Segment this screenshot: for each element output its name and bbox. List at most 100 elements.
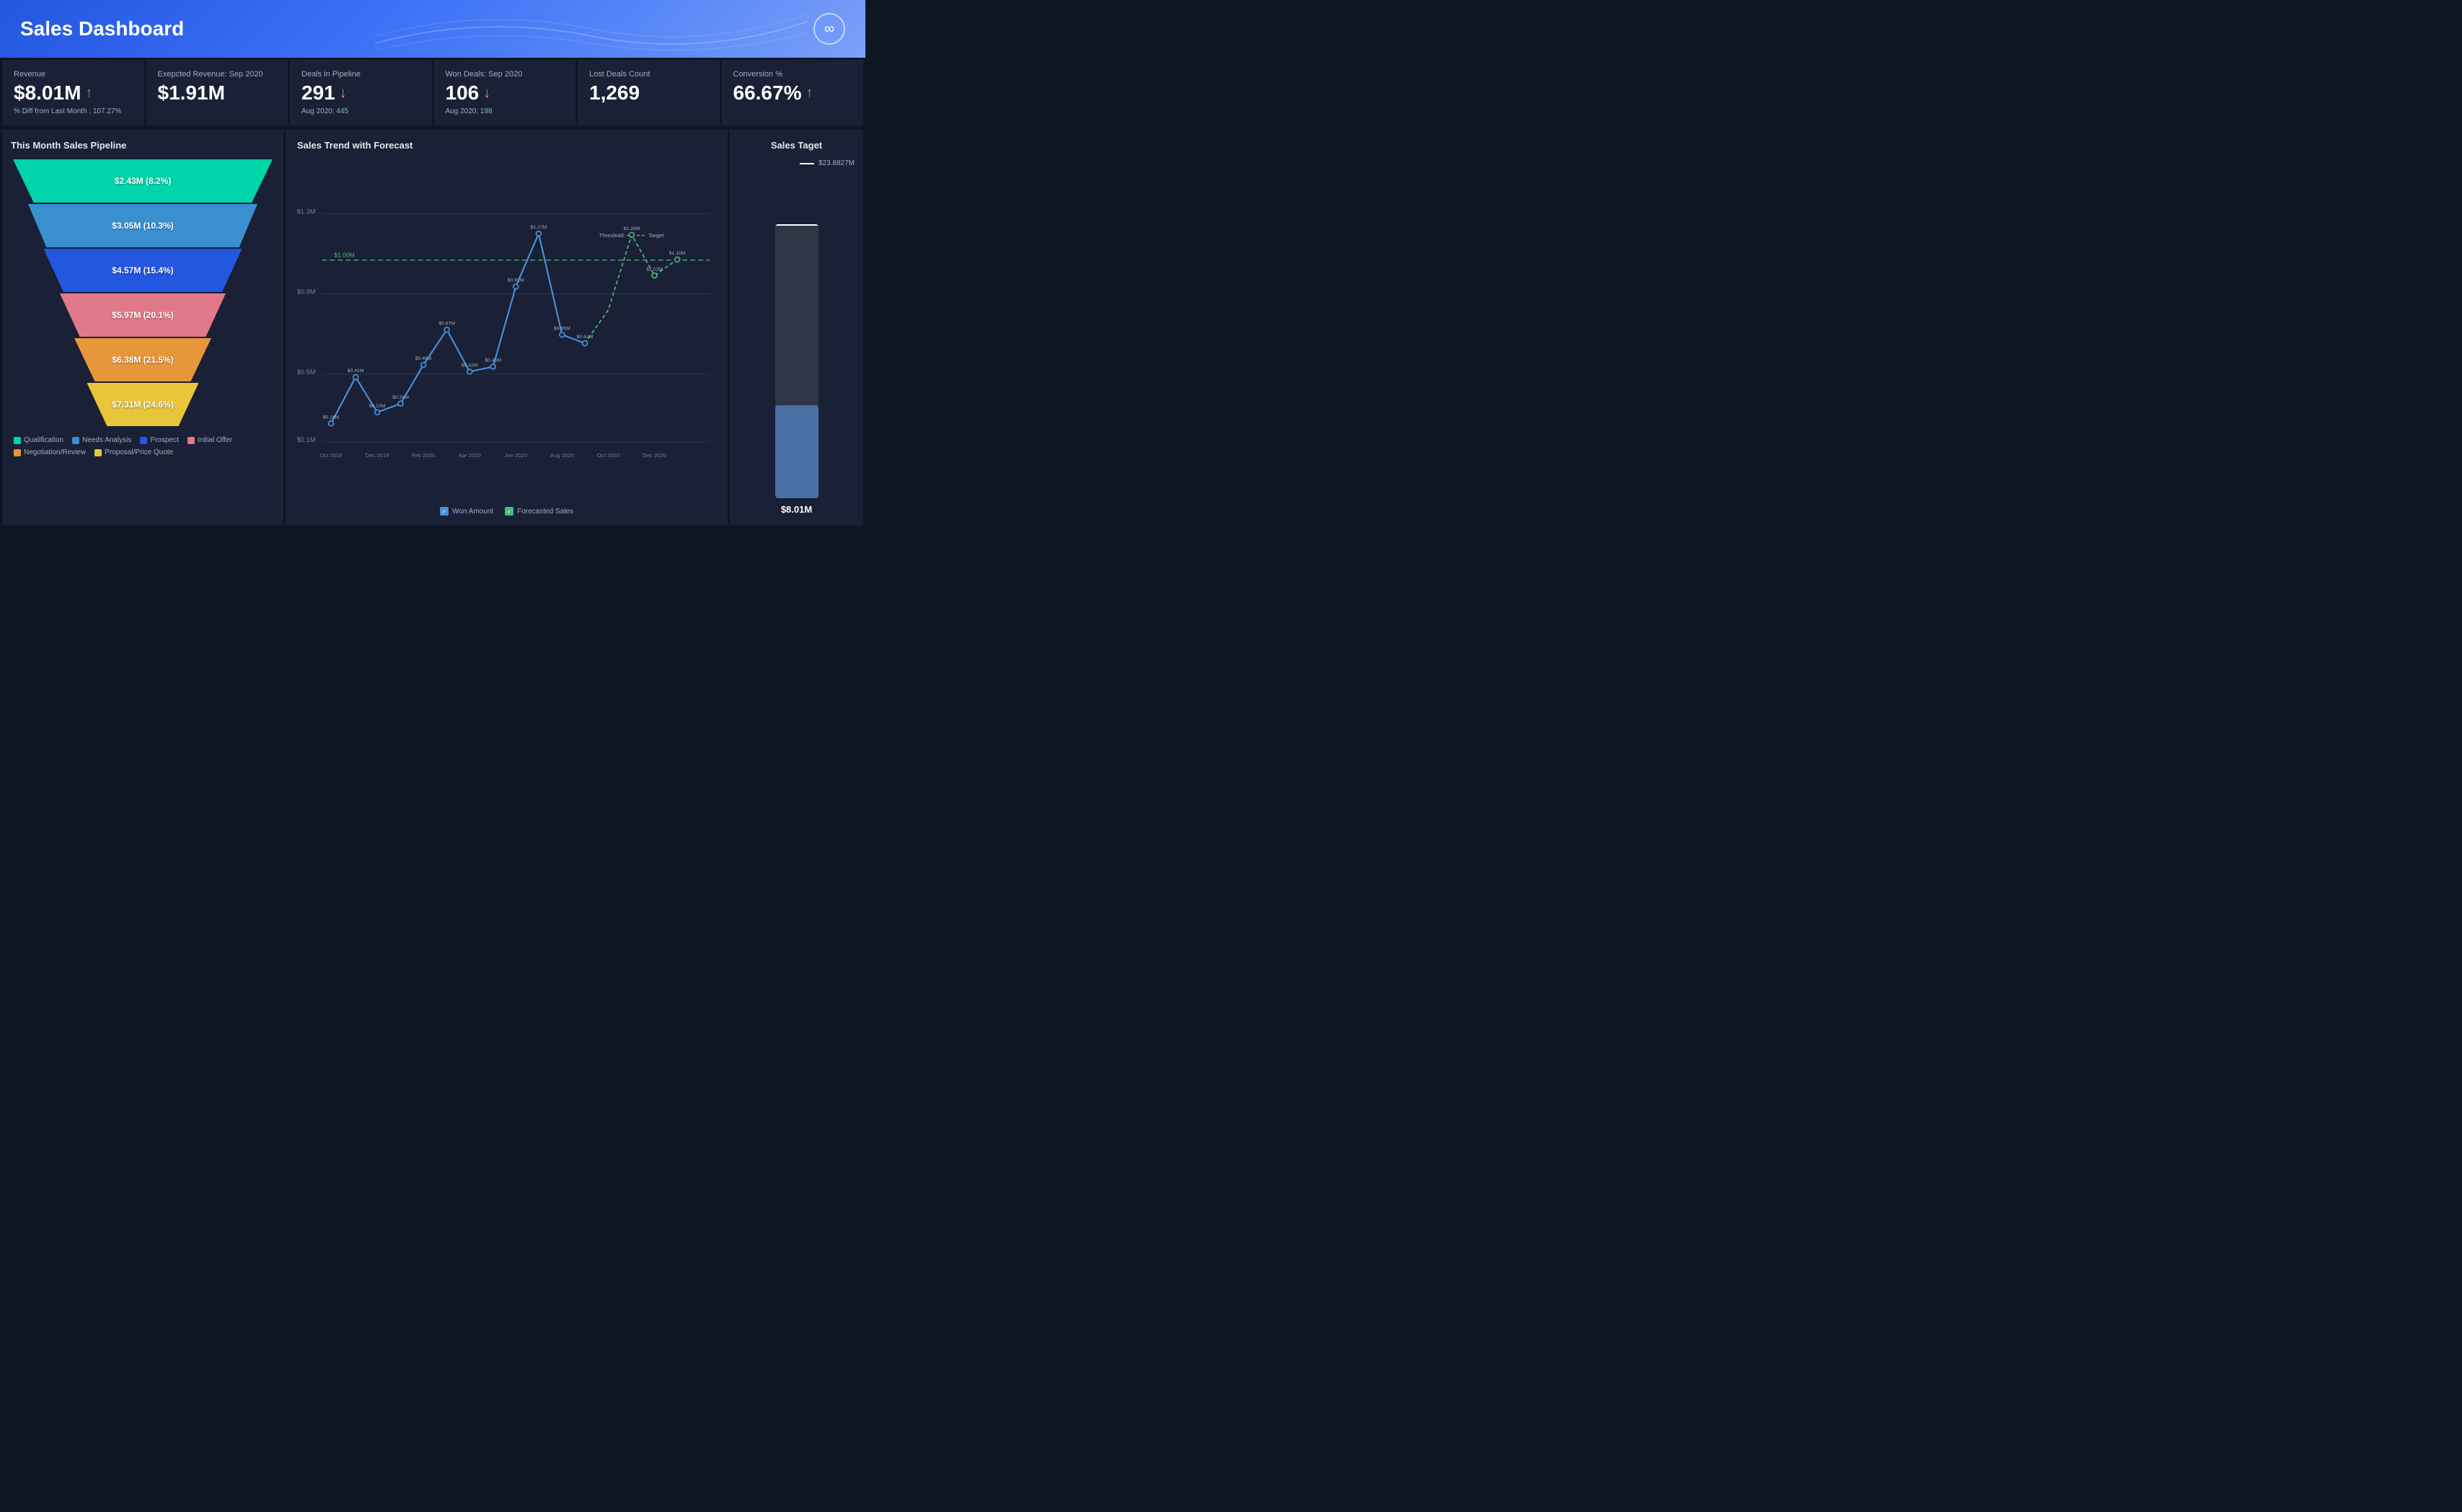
kpi-won-value: 106 ↓ [446,81,565,105]
legend-dot-prospect [140,437,147,444]
kpi-revenue-label: Revenue [14,70,133,79]
svg-text:$1.02M: $1.02M [646,267,663,272]
svg-text:Apr 2020: Apr 2020 [459,452,481,459]
header: Sales Dashboard ∞ [0,0,865,58]
svg-text:$0.45M: $0.45M [485,358,501,363]
kpi-expected-revenue: Exepcted Revenue: Sep 2020 $1.91M [146,60,288,125]
kpi-expected-value: $1.91M [158,81,277,105]
funnel-seg-3: $5.97M (20.1%) [60,293,226,337]
svg-text:$0.49M: $0.49M [415,356,432,361]
funnel-seg-0: $2.43M (8.2%) [13,159,273,203]
svg-text:Threshold:: Threshold: [599,232,625,239]
kpi-revenue-value: $8.01M ↑ [14,81,133,105]
legend-check-won: ✓ [440,507,449,516]
funnel-container: $2.43M (8.2%) $3.05M (10.3%) $4.57M (15.… [11,159,275,426]
kpi-won-deals: Won Deals: Sep 2020 106 ↓ Aug 2020: 198 [434,60,576,125]
funnel-seg-5: $7.31M (24.6%) [87,383,199,426]
kpi-lost-label: Lost Deals Count [589,70,708,79]
target-line-icon [800,163,814,164]
svg-text:$0.42M: $0.42M [462,363,478,368]
legend-qualification: Qualification [14,436,63,444]
main-content: This Month Sales Pipeline $2.43M (8.2%) … [0,128,865,527]
svg-text:Oct 2019: Oct 2019 [319,452,342,459]
target-goal-line [775,224,819,226]
svg-text:$0.5M: $0.5M [297,368,316,376]
target-goal-label: $23.8827M [819,159,855,167]
svg-text:Oct 2020: Oct 2020 [597,452,619,459]
target-bar-container: $8.01M [738,170,855,515]
header-logo: ∞ [813,13,845,45]
target-bar-fill [775,405,819,498]
svg-text:$0.1M: $0.1M [297,436,316,443]
chart-title: Sales Trend with Forecast [297,140,716,151]
target-bar-track [775,224,819,498]
kpi-deals-pipeline: Deals in Pipeline 291 ↓ Aug 2020: 445 [290,60,432,125]
kpi-won-sub: Aug 2020: 198 [446,107,565,115]
kpi-lost-deals: Lost Deals Count 1,269 [578,60,720,125]
legend-proposal: Proposal/Price Quote [94,448,173,456]
header-wave [375,0,808,58]
kpi-deals-sub: Aug 2020: 445 [301,107,420,115]
chart-panel: Sales Trend with Forecast $1.3M $0.9M $0… [286,130,728,525]
kpi-conversion: Conversion % 66.67% ↑ [722,60,864,125]
legend-negotiation: Negotiation/Review [14,448,86,456]
svg-text:$0.9M: $0.9M [297,288,316,296]
deals-arrow: ↓ [340,85,347,102]
funnel-panel: This Month Sales Pipeline $2.43M (8.2%) … [2,130,283,525]
svg-text:$1.00M: $1.00M [334,251,354,258]
funnel-seg-2: $4.57M (15.4%) [44,249,242,292]
funnel-legend: Qualification Needs Analysis Prospect In… [11,436,275,456]
won-arrow: ↓ [483,85,490,102]
svg-text:$0.41M: $0.41M [348,368,364,373]
svg-text:Target: Target [648,232,664,239]
kpi-expected-label: Exepcted Revenue: Sep 2020 [158,70,277,79]
legend-initial-offer: Initial Offer [187,436,232,444]
target-title: Sales Taget [771,140,822,151]
kpi-revenue: Revenue $8.01M ↑ % Diff from Last Month … [2,60,144,125]
kpi-deals-value: 291 ↓ [301,81,420,105]
svg-text:$0.61M: $0.61M [577,335,594,340]
kpi-row: Revenue $8.01M ↑ % Diff from Last Month … [0,58,865,128]
legend-dot-proposal [94,449,102,456]
svg-text:Aug 2020: Aug 2020 [550,452,574,459]
kpi-conversion-value: 66.67% ↑ [733,81,852,105]
conversion-arrow: ↑ [806,85,813,102]
kpi-deals-label: Deals in Pipeline [301,70,420,79]
kpi-won-label: Won Deals: Sep 2020 [446,70,565,79]
svg-text:Dec 2019: Dec 2019 [366,452,389,459]
legend-dot-initial-offer [187,437,195,444]
svg-text:Feb 2020: Feb 2020 [412,452,435,459]
target-current-value: $8.01M [781,504,812,515]
svg-text:$0.91M: $0.91M [508,278,524,283]
svg-text:$0.22M: $0.22M [369,404,386,409]
kpi-revenue-sub: % Diff from Last Month : 107.27% [14,107,133,115]
legend-forecast-sales: ✓ Forecasted Sales [505,507,573,516]
svg-text:$0.67M: $0.67M [438,321,455,326]
revenue-arrow: ↑ [85,85,92,102]
legend-needs-analysis: Needs Analysis [72,436,131,444]
kpi-conversion-label: Conversion % [733,70,852,79]
chart-legend: ✓ Won Amount ✓ Forecasted Sales [297,507,716,516]
svg-text:Jun 2020: Jun 2020 [505,452,528,459]
funnel-seg-4: $6.38M (21.5%) [74,338,211,381]
svg-text:$1.27M: $1.27M [531,225,547,230]
line-chart-svg: $1.3M $0.9M $0.5M $0.1M $1.00M Threshold… [297,159,716,503]
svg-text:$1.3M: $1.3M [297,208,316,216]
legend-dot-needs-analysis [72,437,79,444]
svg-text:$0.65M: $0.65M [554,326,570,331]
chart-area: $1.3M $0.9M $0.5M $0.1M $1.00M Threshold… [297,159,716,503]
legend-prospect: Prospect [140,436,178,444]
target-panel: Sales Taget $23.8827M $8.01M [730,130,863,525]
svg-text:$0.26M: $0.26M [392,395,409,400]
legend-dot-qualification [14,437,21,444]
svg-text:$0.18M: $0.18M [323,415,340,420]
funnel-seg-1: $3.05M (10.3%) [28,204,257,247]
svg-text:$1.10M: $1.10M [669,251,686,256]
legend-check-forecast: ✓ [505,507,513,516]
svg-text:Dec 2020: Dec 2020 [643,452,666,459]
funnel-title: This Month Sales Pipeline [11,140,275,151]
legend-won-amount: ✓ Won Amount [440,507,493,516]
svg-text:$1.26M: $1.26M [624,226,640,231]
legend-dot-negotiation [14,449,21,456]
header-title: Sales Dashboard [20,17,184,40]
